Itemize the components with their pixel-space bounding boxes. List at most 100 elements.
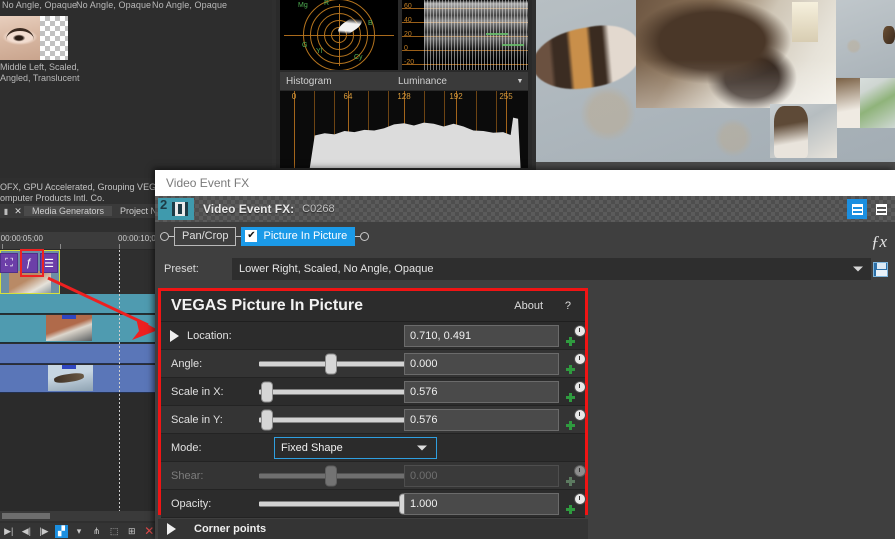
corner-points-expander-button[interactable] [158, 523, 184, 535]
opacity-keyframe-button[interactable] [565, 492, 587, 515]
vectorscope-letter-yl: Yl [316, 48, 323, 55]
plugin-chip-picture-in-picture[interactable]: ✔ Picture In Picture [241, 226, 356, 246]
previous-frame-button[interactable]: ◀| [20, 525, 34, 538]
shear-slider-thumb [325, 465, 337, 486]
timeline-horizontal-scrollbar[interactable] [0, 511, 156, 521]
plugin-list-view-button[interactable] [847, 199, 867, 219]
location-expander-button[interactable] [161, 329, 187, 342]
plugin-enabled-checkbox[interactable]: ✔ [245, 230, 258, 242]
scale-y-slider-thumb[interactable] [260, 409, 273, 430]
plugin-grid-view-button[interactable] [871, 199, 891, 219]
scale-y-keyframe-button[interactable] [565, 408, 587, 431]
save-preset-button[interactable] [869, 258, 891, 280]
scale-x-slider[interactable] [259, 381, 409, 403]
opacity-value-field[interactable]: 1.000 [404, 492, 559, 515]
selection-edit-tool-button[interactable]: ⬚ [107, 525, 121, 538]
vectorscope: Mg R B Cy G Yl [280, 0, 398, 70]
angle-slider[interactable] [259, 353, 409, 375]
list-rows-icon [851, 203, 863, 215]
opacity-slider[interactable] [259, 493, 411, 515]
opacity-value: 1.000 [410, 497, 438, 510]
pip-overlay-bottom-right [836, 78, 895, 128]
normal-edit-tool-button[interactable]: ▞ [54, 524, 69, 538]
about-link[interactable]: About [514, 300, 543, 312]
close-icon[interactable]: ✕ [12, 206, 24, 217]
angle-keyframe-button[interactable] [565, 352, 587, 375]
waveform-tick-60: 60 [404, 3, 412, 10]
scale-x-label: Scale in X: [171, 385, 224, 398]
clock-icon [574, 324, 586, 337]
param-row-angle: Angle: 0.000 [161, 350, 587, 378]
timeline-track-2-header[interactable] [0, 344, 156, 364]
mode-combobox[interactable]: Fixed Shape [274, 436, 437, 459]
timeline-cursor[interactable] [119, 250, 120, 517]
scale-x-slider-thumb[interactable] [260, 381, 273, 402]
scale-y-value-field[interactable]: 0.576 [404, 408, 559, 431]
go-to-end-button[interactable]: ▶| [2, 525, 16, 538]
clock-icon [574, 352, 586, 365]
plugin-description-line1: OFX, GPU Accelerated, Grouping VEGAS\Cre… [0, 182, 205, 192]
clock-icon [574, 380, 586, 393]
event-properties-button[interactable]: ☰ [40, 253, 58, 273]
preset-browser-labels: No Angle, Opaque No Angle, Opaque No Ang… [0, 0, 272, 12]
edit-tool-dropdown[interactable]: ▾ [72, 525, 86, 538]
pip-overlay-top-right [836, 0, 895, 77]
param-row-scale-y: Scale in Y: 0.576 [161, 406, 587, 434]
chain-input-node[interactable] [160, 231, 169, 241]
waveform-tick-20: 20 [404, 31, 412, 38]
plugin-chip-pan-crop[interactable]: Pan/Crop [174, 226, 237, 246]
param-row-mode: Mode: Fixed Shape [161, 434, 585, 462]
chain-output-node[interactable] [360, 231, 370, 241]
preset-thumbnail[interactable] [0, 16, 68, 60]
track-2-thumbnail [48, 365, 93, 391]
shear-value-field: 0.000 [404, 464, 559, 487]
tab-media-generators[interactable]: Media Generators [24, 206, 113, 216]
location-keyframe-button[interactable] [565, 324, 587, 347]
plugin-chip-pan-crop-label: Pan/Crop [182, 230, 229, 242]
eye-image [0, 16, 40, 60]
preset-combobox[interactable]: Lower Right, Scaled, No Angle, Opaque [232, 258, 871, 280]
location-value-field[interactable]: 0.710, 0.491 [404, 324, 559, 347]
param-row-location: Location: 0.710, 0.491 [161, 322, 587, 350]
zoom-edit-tool-button[interactable]: ⊞ [125, 525, 139, 538]
timeline-empty-area[interactable] [0, 393, 156, 517]
angle-value-field[interactable]: 0.000 [404, 352, 559, 375]
plugin-chain-strip: Pan/Crop ✔ Picture In Picture [155, 222, 895, 250]
angle-slider-thumb[interactable] [325, 353, 337, 374]
event-fx-button[interactable]: ƒ [20, 253, 38, 273]
plus-icon [566, 364, 575, 374]
chevron-down-icon[interactable]: ▼ [512, 78, 528, 85]
shear-keyframe-button [565, 464, 587, 487]
timeline-track-1-event[interactable] [0, 315, 156, 343]
histogram-label: Histogram [286, 75, 332, 87]
video-preview[interactable] [536, 0, 895, 162]
vectorscope-letter-b: B [368, 20, 373, 27]
fx-script-icon: ƒx [870, 232, 887, 251]
scale-x-value-field[interactable]: 0.576 [404, 380, 559, 403]
waveform-tick-0: 0 [404, 45, 408, 52]
pin-icon[interactable]: ▮ [0, 207, 12, 216]
timeline-track-2-event[interactable] [0, 365, 156, 393]
next-frame-button[interactable]: |▶ [37, 525, 51, 538]
histogram-mode-value[interactable]: Luminance [398, 76, 512, 87]
scale-x-slider-track [259, 389, 409, 394]
film-strip-icon [172, 202, 188, 216]
pan-crop-button[interactable]: ⛶ [0, 253, 18, 273]
timeline-track-1-header[interactable] [0, 294, 156, 314]
scale-y-slider[interactable] [259, 409, 409, 431]
triangle-right-icon [169, 329, 179, 342]
scale-x-keyframe-button[interactable] [565, 380, 587, 403]
dialog-titlebar[interactable]: Video Event FX [155, 170, 895, 196]
preview-toolbar[interactable] [536, 162, 895, 170]
preset-caption-line1: Middle Left, Scaled, [0, 62, 80, 72]
vectorscope-letter-cy: Cy [354, 54, 363, 61]
envelope-edit-tool-button[interactable]: ⋔ [90, 525, 104, 538]
param-row-opacity: Opacity: 1.000 [161, 490, 587, 518]
scrollbar-thumb[interactable] [2, 513, 50, 519]
corner-points-section[interactable]: Corner points [158, 519, 588, 539]
pip-overlay-main [636, 0, 836, 108]
timeline-ruler[interactable]: 0:00:00:05;00 00:00:10;00 [0, 232, 160, 250]
clock-icon [574, 464, 586, 477]
help-button[interactable]: ? [565, 300, 571, 312]
histogram-plot: 0 64 128 192 255 [280, 91, 528, 168]
